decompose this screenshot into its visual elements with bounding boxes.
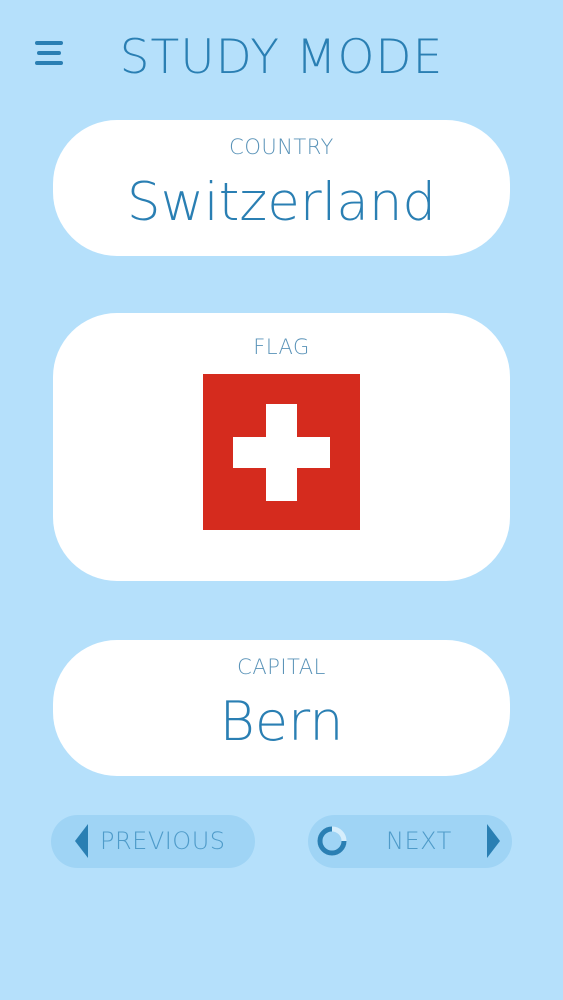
previous-label: PREVIOUS (100, 827, 226, 855)
country-label: COUNTRY (229, 135, 334, 159)
progress-ring-icon (317, 826, 347, 856)
capital-card: CAPITAL Bern (53, 640, 510, 776)
capital-value: Bern (219, 690, 344, 753)
capital-label: CAPITAL (237, 655, 326, 679)
next-button[interactable]: NEXT (308, 815, 512, 868)
page-title: STUDY MODE (119, 30, 444, 85)
arrow-left-icon (75, 824, 88, 858)
flag-card: FLAG (53, 313, 510, 581)
country-value: Switzerland (126, 172, 437, 233)
previous-button[interactable]: PREVIOUS (51, 815, 255, 868)
next-label: NEXT (386, 827, 452, 855)
arrow-right-icon (487, 824, 500, 858)
swiss-flag-image (203, 374, 360, 530)
country-card: COUNTRY Switzerland (53, 120, 510, 256)
flag-label: FLAG (253, 335, 310, 359)
flag-cross-horizontal (233, 437, 330, 468)
